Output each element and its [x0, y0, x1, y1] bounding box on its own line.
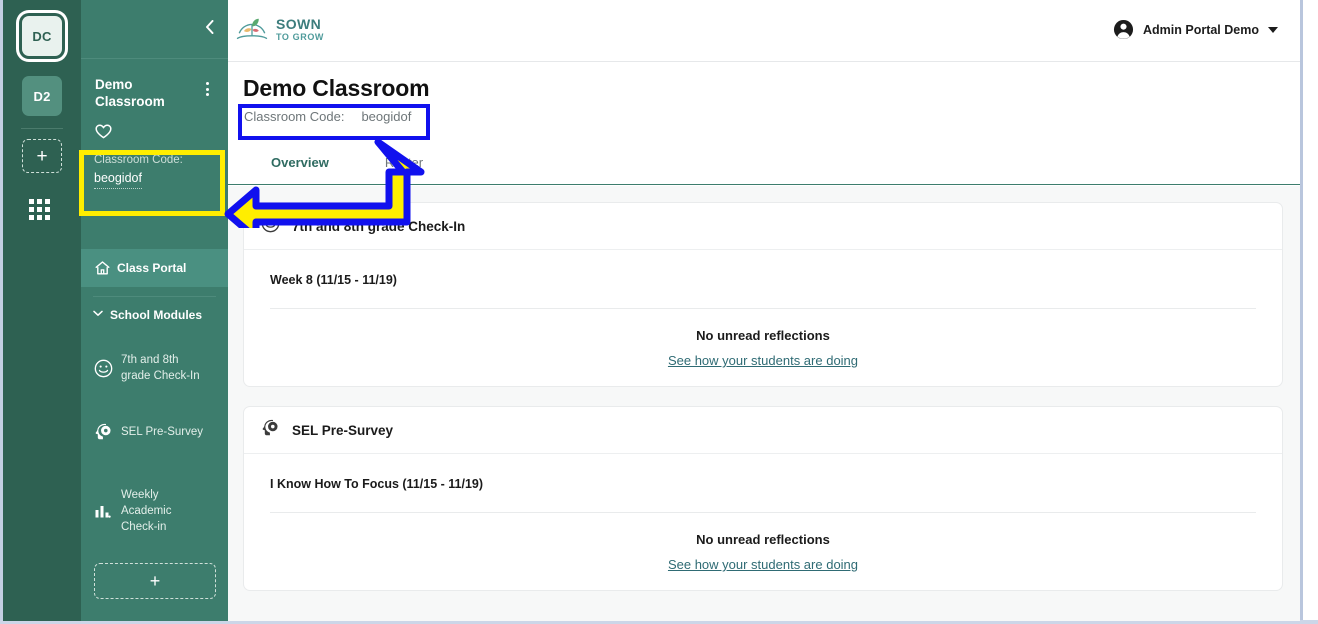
module-card-title: SEL Pre-Survey [292, 422, 394, 438]
smiley-face-icon-svg [261, 214, 280, 233]
rail-divider [21, 128, 63, 129]
module-card-empty-state: No unread reflections See how your stude… [244, 309, 1282, 370]
smiley-face-icon [93, 359, 113, 378]
page-header: Demo Classroom Classroom Code: beogidof … [228, 62, 1300, 185]
app-logo[interactable]: SOWN TO GROW [235, 12, 324, 46]
module-card-empty-state: No unread reflections See how your stude… [244, 513, 1282, 574]
sidebar-item-weekly-academic[interactable]: Weekly Academic Check-in [93, 487, 228, 535]
main-content: 7th and 8th grade Check-In Week 8 (11/15… [228, 186, 1300, 621]
module-card-header[interactable]: 7th and 8th grade Check-In [244, 203, 1282, 250]
tab-overview[interactable]: Overview [243, 148, 357, 178]
module-card-sel-pre-survey: SEL Pre-Survey I Know How To Focus (11/1… [243, 406, 1283, 591]
classroom-sidebar: Demo Classroom Classroom Code: beogidof … [81, 0, 228, 621]
window-frame-outer-right [1303, 0, 1318, 624]
smiley-face-icon-svg [94, 359, 112, 377]
chevron-down-icon-svg [93, 310, 103, 316]
heart-icon-svg [95, 124, 112, 139]
head-gear-icon-svg [262, 419, 278, 436]
account-circle-icon [1113, 19, 1134, 40]
module-card-subtitle: Week 8 (11/15 - 11/19) [270, 273, 397, 287]
smiley-face-icon [261, 214, 280, 238]
user-menu-label: Admin Portal Demo [1143, 22, 1259, 37]
module-card-check-in: 7th and 8th grade Check-In Week 8 (11/15… [243, 202, 1283, 387]
sidebar-section-school-modules[interactable]: School Modules [93, 300, 228, 330]
sidebar-section-school-modules-label: School Modules [110, 308, 203, 322]
heart-icon[interactable] [95, 124, 112, 142]
chevron-down-icon [93, 310, 103, 320]
plus-icon: + [36, 145, 48, 167]
head-gear-icon [261, 418, 280, 442]
sidebar-item-class-portal[interactable]: Class Portal [81, 249, 228, 287]
window-frame-right-edge [1300, 0, 1303, 624]
page-classroom-code-label: Classroom Code: [244, 109, 345, 124]
plus-icon: + [149, 571, 161, 591]
tab-roster[interactable]: Roster [357, 148, 451, 178]
user-menu[interactable]: Admin Portal Demo [1113, 19, 1278, 40]
top-header-bar: SOWN TO GROW Admin Portal Demo [228, 0, 1300, 62]
app-logo-text: SOWN TO GROW [276, 17, 324, 42]
rail-tile-d2-label: D2 [33, 88, 51, 104]
sidebar-item-sel-pre-survey-label: SEL Pre-Survey [121, 425, 204, 438]
icon-rail: DC D2 + [3, 0, 81, 621]
app-root: DC D2 + Demo Classroom Classroom Code: b… [0, 0, 1318, 624]
sidebar-classroom-code: Classroom Code: beogidof [94, 152, 194, 189]
module-card-title: 7th and 8th grade Check-In [292, 218, 466, 234]
sidebar-classroom-code-value[interactable]: beogidof [94, 170, 142, 189]
head-gear-icon [93, 422, 113, 441]
rail-tile-dc-label: DC [32, 28, 52, 44]
sidebar-item-sel-pre-survey[interactable]: SEL Pre-Survey [93, 422, 228, 441]
sidebar-add-module-button[interactable]: + [94, 563, 216, 599]
module-card-subtitle: I Know How To Focus (11/15 - 11/19) [270, 477, 484, 491]
bar-chart-icon [93, 503, 113, 520]
sidebar-item-weekly-academic-label: Weekly Academic Check-in [121, 489, 172, 533]
sidebar-item-check-in[interactable]: 7th and 8th grade Check-In [93, 352, 228, 384]
empty-state-title: No unread reflections [696, 328, 830, 343]
app-logo-line1: SOWN [276, 15, 322, 32]
rail-tile-dc[interactable]: DC [22, 16, 62, 56]
empty-state-link[interactable]: See how your students are doing [668, 557, 858, 572]
sidebar-collapse-button[interactable] [205, 20, 214, 36]
empty-state-title: No unread reflections [696, 532, 830, 547]
head-gear-icon-svg [95, 423, 111, 440]
empty-state-link[interactable]: See how your students are doing [668, 353, 858, 368]
sidebar-section-divider [93, 296, 216, 297]
home-icon [95, 261, 110, 275]
page-title: Demo Classroom [243, 75, 430, 101]
bar-chart-icon-svg [95, 505, 111, 518]
sidebar-item-class-portal-label: Class Portal [117, 261, 187, 275]
rail-tile-d2[interactable]: D2 [22, 76, 62, 116]
kebab-menu-icon[interactable] [200, 79, 214, 99]
sidebar-classroom-title: Demo Classroom [95, 77, 165, 109]
apps-grid-icon[interactable] [29, 199, 55, 221]
chevron-left-icon [206, 20, 214, 34]
app-logo-line2: TO GROW [276, 31, 325, 42]
module-card-header[interactable]: SEL Pre-Survey [244, 407, 1282, 454]
page-classroom-code: Classroom Code: beogidof [244, 109, 411, 124]
rail-add-classroom-button[interactable]: + [22, 139, 62, 173]
chevron-down-icon [1268, 26, 1278, 33]
page-tabs: Overview Roster [243, 148, 451, 178]
sidebar-item-check-in-label: 7th and 8th grade Check-In [121, 354, 200, 382]
sown-to-grow-sprout-icon [236, 18, 268, 40]
page-classroom-code-value[interactable]: beogidof [361, 109, 411, 124]
sidebar-top-divider [81, 58, 228, 59]
sidebar-classroom-code-label: Classroom Code: [94, 154, 183, 166]
